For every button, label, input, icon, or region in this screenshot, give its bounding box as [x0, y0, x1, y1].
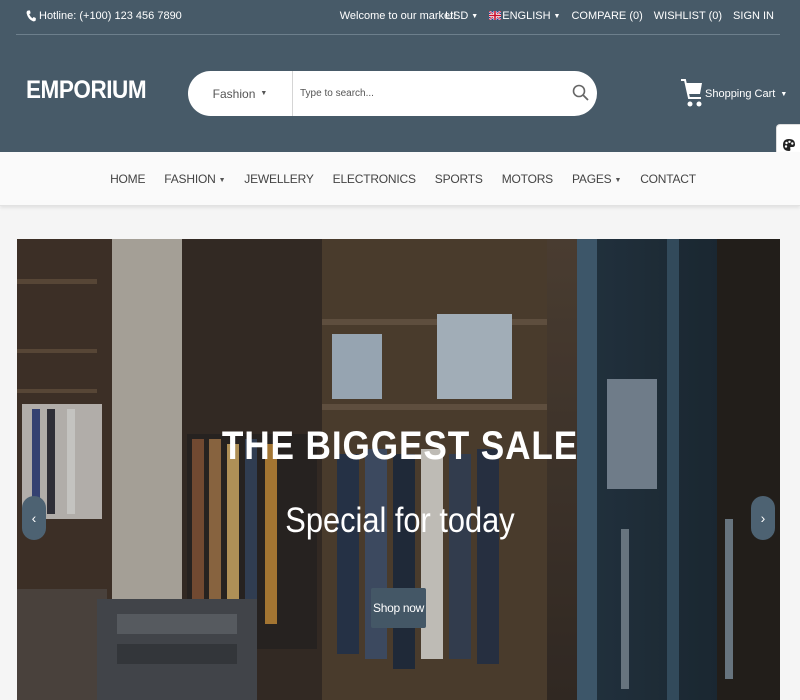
chevron-right-icon: ›	[760, 510, 766, 526]
top-bar-links: USD ▼ ENGLISH ▼ COMPARE (0) WISHLIST (0) S…	[445, 10, 774, 22]
caret-down-icon: ▼	[218, 177, 226, 184]
chevron-left-icon: ‹	[31, 510, 37, 526]
compare-link[interactable]: COMPARE (0)	[571, 10, 642, 22]
site-logo[interactable]: EMPORIUM	[26, 76, 147, 105]
caret-down-icon: ▼	[553, 13, 561, 20]
nav-item-home[interactable]: HOME	[110, 172, 145, 186]
main-nav: HOME FASHION ▼ JEWELLERY ELECTRONICS SPOR…	[0, 152, 800, 206]
nav-item-sports[interactable]: SPORTS	[435, 172, 483, 186]
search-bar: Fashion ▼	[188, 71, 597, 116]
nav-item-motors[interactable]: MOTORS	[502, 172, 553, 186]
nav-item-electronics[interactable]: ELECTRONICS	[333, 172, 416, 186]
language-selector[interactable]: ENGLISH ▼	[489, 10, 560, 22]
search-category-label: Fashion	[212, 86, 256, 101]
signin-link[interactable]: SIGN IN	[733, 10, 774, 22]
slide-subtitle: Special for today	[285, 501, 515, 540]
search-category-select[interactable]: Fashion ▼	[188, 71, 293, 116]
site-header: Hotline: (+100) 123 456 7890 Welcome to …	[0, 0, 800, 152]
language-label: ENGLISH	[502, 10, 551, 22]
nav-item-pages[interactable]: PAGES ▼	[572, 172, 621, 186]
wishlist-link[interactable]: WISHLIST (0)	[654, 10, 722, 22]
top-bar: Hotline: (+100) 123 456 7890 Welcome to …	[16, 0, 780, 35]
slide-title: THE BIGGEST SALE	[221, 424, 579, 468]
shopping-cart[interactable]: Shopping Cart ▼	[681, 78, 787, 110]
palette-icon	[782, 139, 795, 151]
slider-next-button[interactable]: ›	[751, 496, 775, 540]
hero-slider	[17, 239, 780, 700]
nav-item-label: FASHION	[164, 172, 216, 186]
slider-prev-button[interactable]: ‹	[22, 496, 46, 540]
caret-down-icon: ▼	[780, 90, 788, 98]
search-input[interactable]	[300, 71, 560, 116]
store-interior-image	[17, 239, 780, 700]
search-icon[interactable]	[571, 83, 591, 103]
nav-item-jewellery[interactable]: JEWELLERY	[244, 172, 314, 186]
cart-icon	[681, 79, 702, 107]
uk-flag-icon	[489, 11, 502, 20]
cart-label: Shopping Cart	[705, 88, 776, 100]
caret-down-icon: ▼	[471, 13, 479, 20]
nav-item-fashion[interactable]: FASHION ▼	[164, 172, 225, 186]
shop-now-button[interactable]: Shop now	[371, 588, 426, 628]
caret-down-icon: ▼	[614, 177, 622, 184]
nav-item-contact[interactable]: CONTACT	[640, 172, 696, 186]
nav-item-label: PAGES	[571, 172, 612, 186]
currency-selector[interactable]: USD ▼	[445, 10, 478, 22]
caret-down-icon: ▼	[260, 90, 268, 97]
currency-label: USD	[445, 10, 469, 22]
